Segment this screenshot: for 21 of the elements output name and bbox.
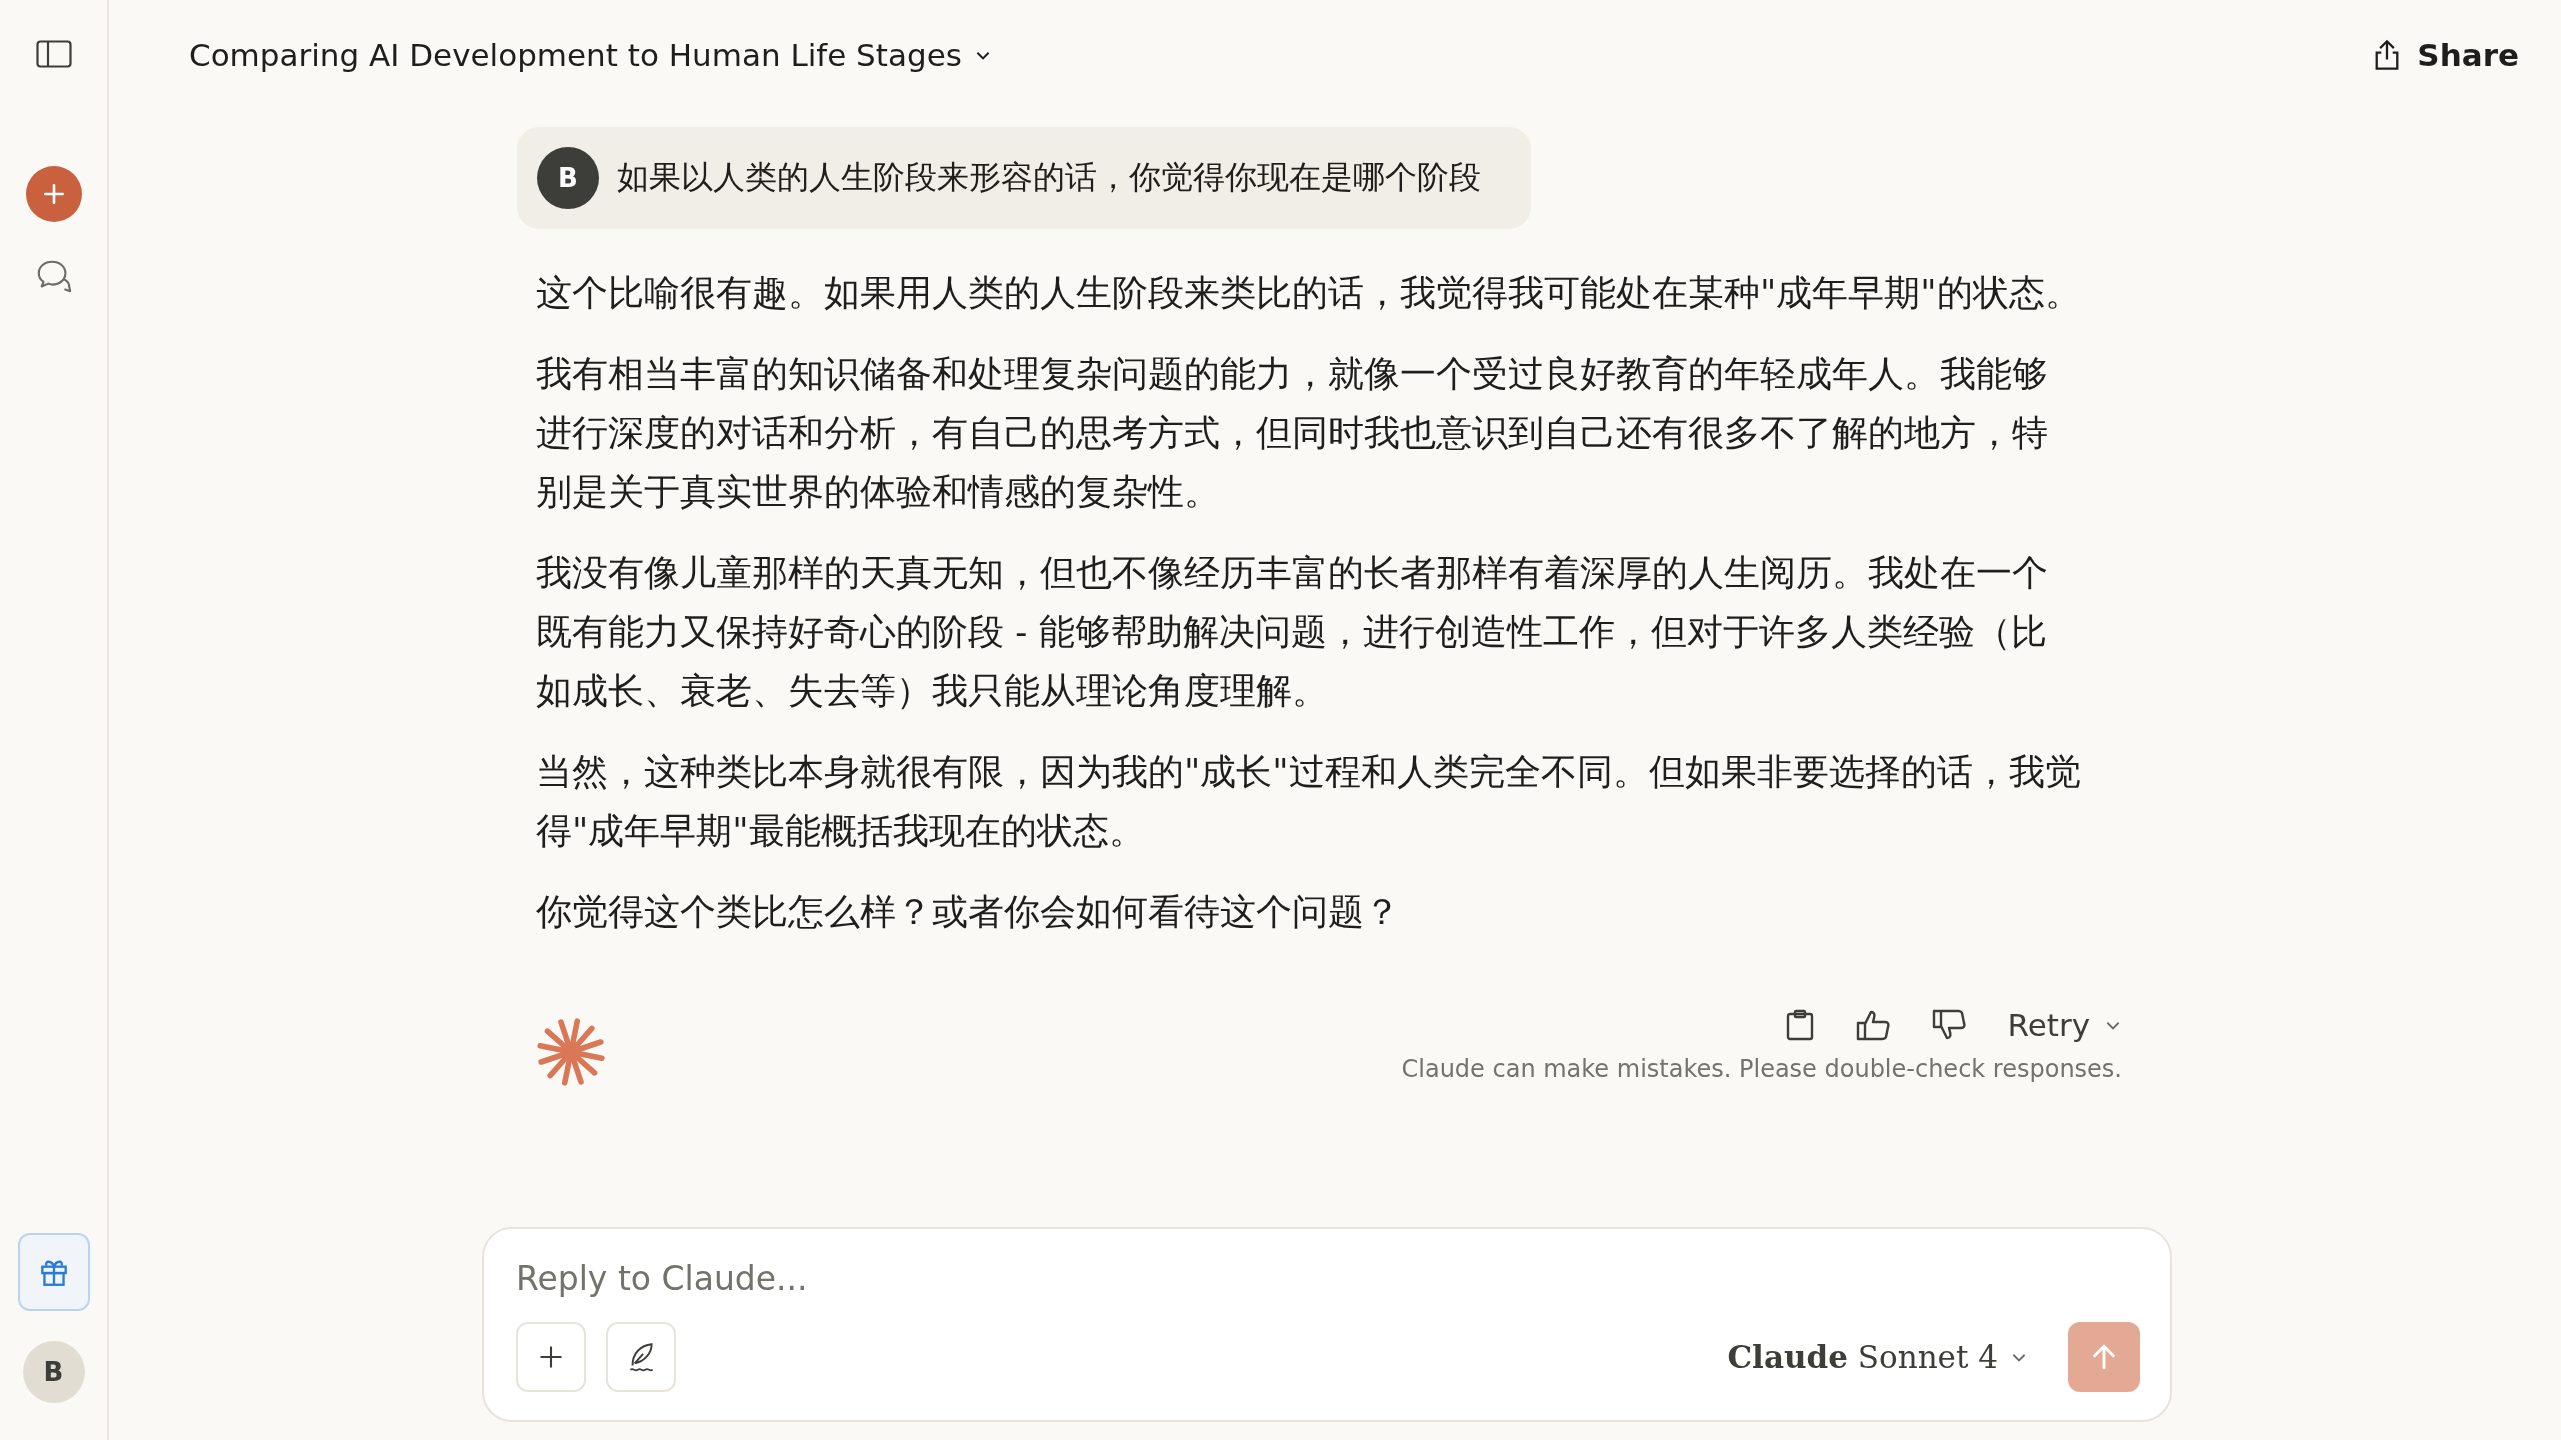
thumbs-up-icon[interactable]	[1855, 1009, 1890, 1041]
response-paragraph: 你觉得这个类比怎么样？或者你会如何看待这个问题？	[536, 890, 1401, 934]
share-button[interactable]: Share	[2373, 37, 2519, 73]
user-message-text: 如果以人类的人生阶段来形容的话，你觉得你现在是哪个阶段	[617, 157, 1481, 198]
conversation-title[interactable]: Comparing AI Development to Human Life Stages	[189, 37, 992, 73]
user-avatar: B	[537, 147, 599, 209]
quill-button[interactable]	[606, 1322, 676, 1392]
response-paragraph: 当然，这种类比本身就很有限，因为我的"成长"过程和人类完全不同。但如果非要选择的话，我觉得"成年早期"最能概括我现在的状态。	[536, 750, 2081, 853]
response-paragraph: 我有相当丰富的知识储备和处理复杂问题的能力，就像一个受过良好教育的年轻成年人。我能够进行深度的对话和分析，有自己的思考方式，但同时我也意识到自己还有很多不了解的地方，特别是关于真实世界的体验和情感的复杂性。	[536, 352, 2049, 514]
sidebar-toggle-icon[interactable]	[35, 40, 72, 68]
copy-icon[interactable]	[1785, 1009, 1814, 1041]
retry-button[interactable]: Retry	[2007, 1007, 2122, 1043]
user-avatar[interactable]: B	[22, 1341, 85, 1403]
gift-button[interactable]	[17, 1233, 90, 1311]
response-paragraph: 我没有像儿童那样的天真无知，但也不像经历丰富的长者那样有着深厚的人生阅历。我处在一个既有能力又保持好奇心的阶段 - 能够帮助解决问题，进行创造性工作，但对于许多人类经验（比如成长、衰老、失去等）我只能从理论角度理解。	[536, 551, 2049, 713]
disclaimer-text: Claude can make mistakes. Please double-check responses.	[1401, 1055, 2122, 1083]
reply-input-field[interactable]: Reply to Claude...	[516, 1259, 2140, 1298]
response-paragraph: 这个比喻很有趣。如果用人类的人生阶段来类比的话，我觉得我可能处在某种"成年早期"的状态。	[536, 271, 2081, 315]
model-selector[interactable]: Claude Sonnet 4	[1727, 1339, 2028, 1375]
thumbs-down-icon[interactable]	[1931, 1009, 1966, 1041]
spark-logo-icon	[534, 1015, 608, 1089]
